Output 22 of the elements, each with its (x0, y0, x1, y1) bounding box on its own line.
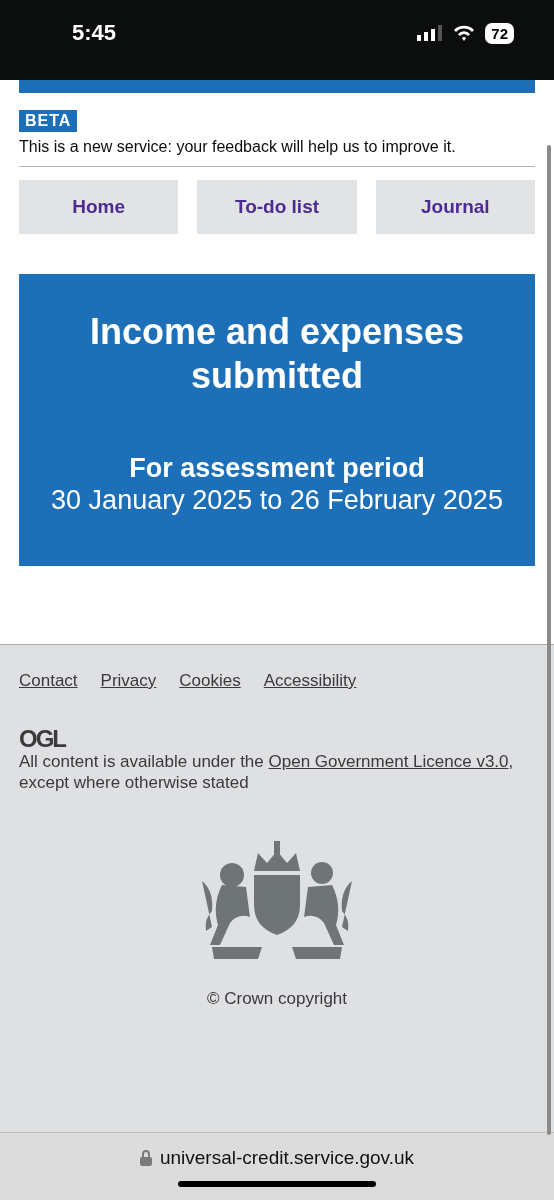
crown-copyright: © Crown copyright (206, 989, 348, 1009)
assessment-period: 30 January 2025 to 26 February 2025 (51, 484, 503, 516)
clock-time: 5:45 (72, 20, 117, 46)
battery-level: 72 (485, 22, 514, 44)
wifi-icon (453, 25, 476, 41)
footer-link[interactable]: Cookies (179, 671, 241, 691)
footer-link[interactable]: Privacy (100, 671, 157, 691)
licence-link[interactable]: Open Government Licence v3.0 (268, 752, 509, 771)
panel-title: Income and expenses submitted (88, 310, 466, 398)
nav-button[interactable]: To-do list (197, 180, 357, 234)
licence-text: All content is available under the Open Government Licence v3.0, except where otherwise stated (19, 751, 515, 793)
nav-button[interactable]: Journal (375, 180, 535, 234)
url-text[interactable]: universal-credit.service.gov.uk (159, 1147, 415, 1169)
footer-link[interactable]: Contact (19, 671, 78, 691)
footer-link[interactable]: Accessibility (263, 671, 357, 691)
signal-icon (417, 25, 444, 41)
ogl-logo: OGL (19, 727, 65, 751)
lock-icon (139, 1150, 152, 1166)
phase-banner-text: This is a new service: your feedback will help us to improve it. (19, 138, 535, 167)
panel-subtitle: For assessment period (129, 452, 425, 484)
nav-button[interactable]: Home (19, 180, 179, 234)
phase-tag: BETA (19, 110, 78, 132)
